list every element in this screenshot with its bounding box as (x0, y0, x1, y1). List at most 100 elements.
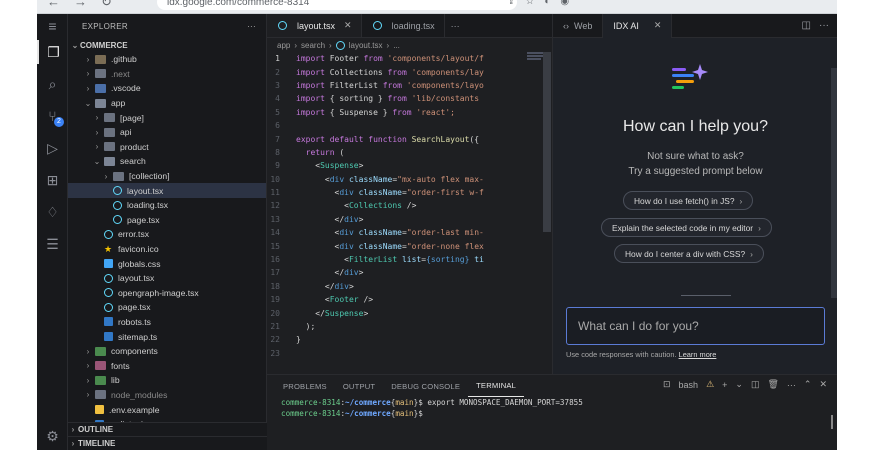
back-icon[interactable]: ← (47, 0, 60, 10)
learn-more-link[interactable]: Learn more (679, 350, 717, 359)
tree-file[interactable]: error.tsx (68, 227, 266, 242)
react-file-icon (113, 215, 122, 225)
shell-name[interactable]: bash (679, 380, 699, 390)
tab-idx-ai[interactable]: IDX AI ✕ (603, 14, 673, 38)
tree-folder[interactable]: › api (68, 125, 266, 140)
more-actions-icon[interactable]: ··· (819, 20, 829, 31)
token: div (334, 281, 349, 291)
breadcrumb-item[interactable]: search (301, 41, 325, 50)
extension-icon[interactable]: ◉ (560, 0, 569, 7)
extensions-icon[interactable]: ⊞ (37, 168, 68, 192)
tree-item-label: [collection] (129, 171, 170, 182)
tree-file[interactable]: sitemap.ts (68, 329, 266, 344)
suggested-prompt-chip[interactable]: How do I center a div with CSS? › (614, 244, 764, 263)
tree-file[interactable]: page.tsx (68, 300, 266, 315)
breadcrumb-item[interactable]: layout.tsx (349, 41, 383, 50)
token: div (339, 188, 354, 198)
tree-file[interactable]: .env.example (68, 402, 266, 417)
source-control-icon[interactable]: ⑂ 2 (37, 104, 68, 128)
split-terminal-icon[interactable]: ◫ (751, 379, 760, 390)
close-icon[interactable]: ✕ (654, 20, 662, 31)
tab-problems[interactable]: PROBLEMS (275, 375, 335, 397)
tree-folder[interactable]: › lib (68, 373, 266, 388)
editor-scrollbar[interactable] (543, 52, 551, 232)
tree-item-label: sitemap.ts (118, 331, 158, 342)
bookmark-icon[interactable]: ☆ (525, 0, 534, 7)
token: 'components/lay (406, 67, 484, 77)
tree-folder[interactable]: › .vscode (68, 81, 266, 96)
tree-folder[interactable]: › fonts (68, 358, 266, 373)
tree-file[interactable]: opengraph-image.tsx (68, 286, 266, 301)
tree-item-label: favicon.ico (118, 244, 159, 255)
tree-folder[interactable]: › node_modules (68, 388, 266, 403)
tab-loading-tsx[interactable]: loading.tsx (362, 14, 445, 37)
tree-file[interactable]: ★ favicon.ico (68, 242, 266, 257)
token: FilterList (348, 255, 398, 265)
new-terminal-icon[interactable]: + (722, 380, 727, 390)
folder-icon (95, 375, 106, 385)
terminal-prompt: $ (418, 409, 423, 418)
tab-output[interactable]: OUTPUT (335, 375, 383, 397)
tree-file[interactable]: page.tsx (68, 213, 266, 228)
tree-folder[interactable]: ⌄ app (68, 96, 266, 111)
extension-icon[interactable]: ◐ (544, 0, 550, 7)
suggested-prompt-chip[interactable]: Explain the selected code in my editor › (601, 218, 772, 237)
tree-file[interactable]: globals.css (68, 256, 266, 271)
close-icon[interactable]: ✕ (344, 20, 352, 31)
tree-file[interactable]: layout.tsx (68, 183, 266, 198)
reload-icon[interactable]: ↻ (101, 0, 112, 10)
workspace-root[interactable]: ⌄ COMMERCE (68, 38, 266, 52)
code-area[interactable]: 1 import Footer from 'components/layout/f… (267, 52, 552, 360)
tree-item-label: fonts (111, 360, 130, 371)
tree-file[interactable]: loading.tsx (68, 198, 266, 213)
code-line: 19 <Footer /> (267, 293, 552, 306)
search-icon[interactable]: ⌕ (37, 72, 68, 96)
split-editor-icon[interactable]: ◫ (802, 20, 811, 31)
editor-more-icon[interactable]: ··· (445, 14, 466, 37)
run-debug-icon[interactable]: ▷ (37, 136, 68, 160)
firebase-icon[interactable]: ♢ (37, 200, 68, 224)
address-bar[interactable]: idx.google.com/commerce-8314 (157, 0, 517, 10)
breadcrumb-item[interactable]: ... (393, 41, 400, 50)
tree-file[interactable]: robots.ts (68, 315, 266, 330)
outline-section[interactable]: › OUTLINE (68, 422, 267, 436)
outline-list-icon[interactable]: ☰ (37, 232, 68, 256)
more-actions-icon[interactable]: ··· (787, 380, 796, 390)
share-icon[interactable]: ⇪ (507, 0, 515, 7)
tree-folder[interactable]: › .next (68, 67, 266, 82)
terminal-scrollbar[interactable] (831, 415, 833, 429)
typescript-file-icon (104, 317, 113, 327)
tab-debug-console[interactable]: DEBUG CONSOLE (383, 375, 468, 397)
explorer-icon[interactable]: ❐ (37, 40, 68, 64)
tree-folder[interactable]: › .github (68, 52, 266, 67)
terminal-output[interactable]: commerce-8314: ~/commerce{main} $ export M… (267, 397, 837, 419)
settings-gear-icon[interactable]: ⚙ (37, 424, 68, 448)
timeline-section[interactable]: › TIMELINE (68, 436, 267, 450)
ai-prompt-input[interactable] (566, 307, 825, 345)
tab-layout-tsx[interactable]: layout.tsx ✕ (267, 14, 362, 37)
tree-folder[interactable]: › [page] (68, 110, 266, 125)
tree-file[interactable]: layout.tsx (68, 271, 266, 286)
react-file-icon (113, 186, 122, 196)
token: from (363, 54, 383, 64)
breadcrumb-item[interactable]: app (277, 41, 290, 50)
line-number: 18 (270, 281, 280, 291)
forward-icon[interactable]: → (74, 0, 87, 10)
suggested-prompt-chip[interactable]: How do I use fetch() in JS? › (623, 191, 754, 210)
trash-icon[interactable]: 🗑 (767, 379, 778, 390)
warning-icon[interactable]: ⚠ (706, 379, 714, 390)
tree-folder[interactable]: ⌄ search (68, 154, 266, 169)
close-icon[interactable]: ✕ (819, 379, 827, 390)
tree-folder[interactable]: › [collection] (68, 169, 266, 184)
more-actions-icon[interactable]: ··· (247, 22, 256, 31)
tab-web[interactable]: ‹› Web (553, 14, 604, 38)
tree-item-label: page.tsx (118, 302, 151, 313)
tab-terminal[interactable]: TERMINAL (468, 375, 525, 397)
chevron-down-icon[interactable]: ⌄ (735, 379, 743, 390)
menu-icon[interactable]: ≡ (37, 14, 68, 38)
minimap-line (527, 55, 543, 57)
tree-folder[interactable]: › product (68, 140, 266, 155)
line-number: 6 (275, 121, 280, 131)
tree-folder[interactable]: › components (68, 344, 266, 359)
chevron-up-icon[interactable]: ⌃ (804, 379, 812, 390)
